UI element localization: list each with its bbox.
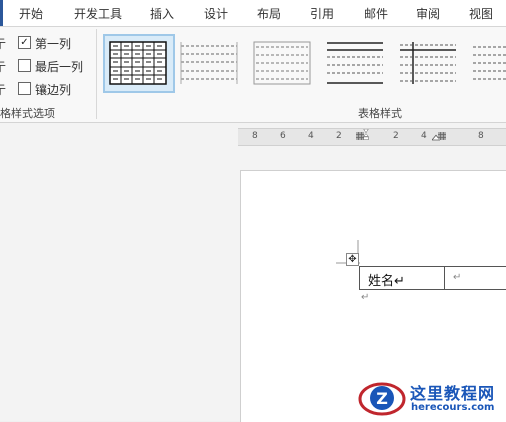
horizontal-ruler[interactable]: 8 6 4 2 2 4 8 bbox=[238, 128, 506, 146]
watermark-title: 这里教程网 bbox=[410, 384, 496, 403]
table-style-first-column[interactable] bbox=[395, 36, 463, 88]
table-move-handle-icon[interactable]: ✥ bbox=[346, 253, 359, 266]
indent-marker-icon[interactable] bbox=[362, 129, 370, 143]
table-style-light-grid[interactable] bbox=[249, 36, 317, 88]
clipped-option-label: 亍 bbox=[0, 60, 7, 74]
table-style-first-column-preview bbox=[400, 42, 456, 84]
table-style-header-rule-preview bbox=[327, 42, 383, 84]
tab-references[interactable]: 引用 bbox=[310, 5, 334, 22]
first-column-checkbox[interactable]: ✓ bbox=[18, 36, 31, 49]
tab-home[interactable]: 开始 bbox=[19, 5, 43, 22]
table-style-light-grid-preview bbox=[253, 41, 311, 85]
ruler-tick: 8 bbox=[478, 131, 484, 141]
last-column-checkbox[interactable] bbox=[18, 59, 31, 72]
logo-letter: Z bbox=[376, 389, 388, 408]
ruler-tick: 4 bbox=[421, 131, 427, 141]
tab-insert[interactable]: 插入 bbox=[150, 5, 174, 22]
tab-layout[interactable]: 布局 bbox=[257, 5, 281, 22]
clipped-option-label: 亍 bbox=[0, 37, 7, 51]
style-options-group-label: 格样式选项 bbox=[0, 107, 55, 120]
ruler-tick: 4 bbox=[308, 131, 314, 141]
table-style-header-rule[interactable] bbox=[322, 36, 390, 88]
tab-developer[interactable]: 开发工具 bbox=[74, 5, 122, 22]
table-style-partial-preview bbox=[473, 46, 506, 80]
ruler-tick: 2 bbox=[393, 131, 399, 141]
group-separator bbox=[96, 29, 97, 119]
table-style-grid[interactable] bbox=[103, 34, 175, 93]
paragraph-mark: ↵ bbox=[361, 292, 370, 303]
option-last-column[interactable]: 亍 最后一列 bbox=[0, 58, 90, 74]
table-styles-gallery bbox=[101, 34, 506, 94]
option-first-column[interactable]: 亍 ✓ 第一列 bbox=[0, 35, 90, 51]
option-banded-columns[interactable]: 亍 镶边列 bbox=[0, 81, 90, 97]
table-cell[interactable]: 姓名↵ bbox=[359, 266, 446, 290]
table-cell[interactable]: ↵ bbox=[444, 266, 506, 290]
table-styles-group-label: 表格样式 bbox=[358, 107, 402, 120]
column-marker-icon[interactable] bbox=[438, 129, 446, 143]
banded-columns-label: 镶边列 bbox=[35, 83, 72, 97]
ruler-tick: 6 bbox=[280, 131, 286, 141]
tab-mailings[interactable]: 邮件 bbox=[364, 5, 388, 22]
z-logo-icon: Z bbox=[358, 382, 406, 416]
tab-view[interactable]: 视图 bbox=[469, 5, 493, 22]
ribbon-panel: 亍 ✓ 第一列 亍 最后一列 亍 镶边列 格样式选项 表格样式 bbox=[0, 27, 506, 123]
table-style-plain-dashed[interactable] bbox=[176, 36, 244, 88]
banded-columns-checkbox[interactable] bbox=[18, 82, 31, 95]
site-watermark: Z 这里教程网 herecours.com bbox=[355, 375, 506, 421]
ruler-tick: 8 bbox=[252, 131, 258, 141]
tab-review[interactable]: 审阅 bbox=[416, 5, 440, 22]
table-style-grid-preview bbox=[109, 41, 167, 85]
tab-design[interactable]: 设计 bbox=[204, 5, 228, 22]
first-column-label: 第一列 bbox=[35, 37, 72, 51]
table-cell-text: ↵ bbox=[453, 272, 462, 283]
table-cell-text: 姓名↵ bbox=[368, 274, 405, 289]
ruler-tick: 2 bbox=[336, 131, 342, 141]
table-style-partial[interactable] bbox=[468, 36, 506, 88]
watermark-url: herecours.com bbox=[411, 402, 495, 413]
ribbon-tab-bar: 开始 开发工具 插入 设计 布局 引用 邮件 审阅 视图 bbox=[0, 0, 506, 27]
clipped-option-label: 亍 bbox=[0, 83, 7, 97]
table-style-plain-dashed-preview bbox=[180, 42, 238, 84]
active-tab-accent bbox=[0, 0, 3, 26]
last-column-label: 最后一列 bbox=[35, 60, 84, 74]
